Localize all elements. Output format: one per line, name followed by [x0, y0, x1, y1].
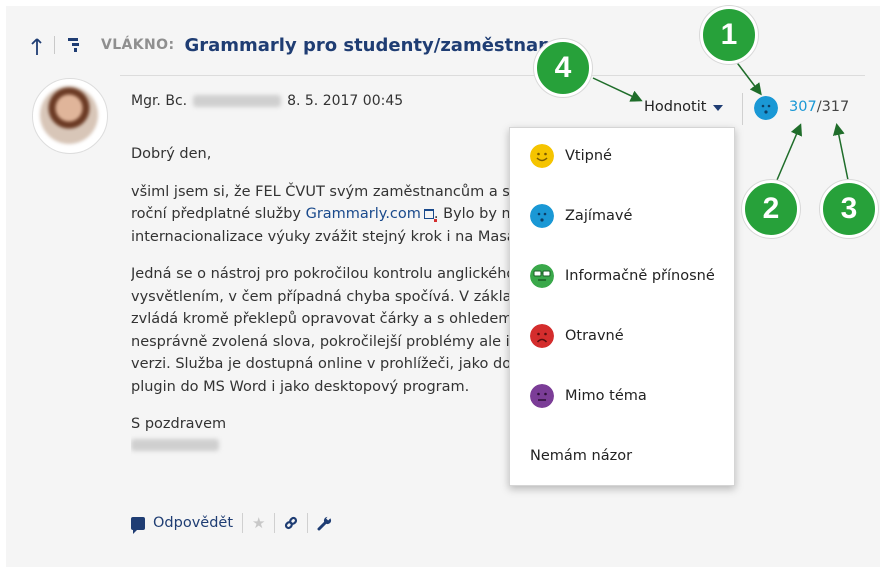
author-name-blurred[interactable] — [193, 95, 282, 107]
text-line: Jedná se o nástroj pro pokročilou kontro… — [131, 266, 509, 282]
paragraph: Jedná se o nástroj pro pokročilou kontro… — [131, 263, 509, 398]
sad-icon — [530, 324, 554, 348]
neutral-icon — [530, 384, 554, 408]
menu-item-interesting[interactable]: Zajímavé — [530, 201, 632, 231]
wrench-icon[interactable] — [317, 515, 332, 531]
paragraph: všiml jsem si, že FEL ČVUT svým zaměstna… — [131, 181, 509, 249]
link-icon[interactable] — [284, 516, 298, 530]
divider — [307, 513, 309, 533]
star-icon[interactable]: ★ — [252, 514, 265, 532]
menu-item-label: Otravné — [565, 328, 624, 344]
rating-menu: Vtipné Zajímavé Informačně přínosné Otra… — [509, 127, 735, 486]
text-line: plugin do MS Word i jako desktopový prog… — [131, 378, 470, 395]
menu-item-label: Zajímavé — [565, 208, 633, 224]
menu-item-informative[interactable]: Informačně přínosné — [530, 261, 715, 291]
nerd-icon — [530, 264, 554, 288]
menu-item-off-topic[interactable]: Mimo téma — [530, 381, 647, 411]
thread-header: VLÁKNO: Grammarly pro studenty/zaměstnan… — [28, 32, 574, 58]
caret-down-icon — [713, 105, 724, 111]
divider — [742, 93, 743, 125]
divider — [274, 513, 276, 533]
avatar[interactable] — [40, 86, 98, 144]
callout-1: 1 — [700, 6, 758, 64]
post-actions: Odpovědět ★ — [131, 513, 332, 534]
callout-4: 4 — [534, 39, 592, 97]
callout-3: 3 — [820, 180, 878, 238]
rating-positive-count: 307 — [789, 99, 817, 115]
text-line: vysvětlením, v čem případná chyba spočív… — [131, 288, 509, 305]
menu-item-annoying[interactable]: Otravné — [530, 321, 624, 351]
smile-icon — [530, 144, 554, 168]
text-line: verzi. Služba je dostupná online v prohl… — [131, 356, 509, 372]
text-line: nesprávně zvolená slova, pokročilejší pr… — [131, 333, 509, 350]
post-body: Dobrý den, všiml jsem si, že FEL ČVUT sv… — [131, 143, 509, 473]
rating-total-count: /317 — [816, 99, 850, 115]
menu-item-funny[interactable]: Vtipné — [530, 141, 612, 171]
author-line: Mgr. Bc. 8. 5. 2017 00:45 — [131, 93, 403, 109]
rating-score[interactable]: 307/317 — [789, 99, 849, 115]
callout-2: 2 — [742, 180, 800, 238]
external-link-icon — [423, 209, 437, 222]
text-line: všiml jsem si, že FEL ČVUT svým zaměstna… — [131, 183, 509, 200]
divider — [54, 36, 55, 54]
greeting: Dobrý den, — [131, 146, 212, 162]
thread-tree-icon[interactable] — [67, 37, 81, 53]
curious-icon — [530, 204, 554, 228]
text-line: . Bylo by možné v rámci — [433, 206, 509, 222]
reply-icon[interactable] — [131, 516, 145, 534]
text-line: internacionalizace výuky zvážit stejný k… — [131, 228, 509, 245]
post-date: 8. 5. 2017 00:45 — [287, 93, 404, 109]
grammarly-link[interactable]: Grammarly.com — [306, 206, 421, 222]
curious-face-icon — [754, 96, 778, 120]
text-line: zvládá kromě překlepů opravovat čárky a … — [131, 311, 509, 327]
text-line: roční předplatné služby — [131, 206, 306, 222]
header-divider — [120, 75, 865, 76]
menu-item-no-opinion[interactable]: Nemám názor — [530, 441, 632, 471]
divider — [242, 513, 244, 533]
rate-button-label: Hodnotit — [644, 99, 707, 115]
rate-dropdown-button[interactable]: Hodnotit — [644, 99, 724, 115]
menu-item-label: Mimo téma — [565, 388, 647, 404]
menu-item-label: Informačně přínosné — [565, 268, 715, 284]
menu-item-label: Vtipné — [565, 148, 612, 164]
thread-label: VLÁKNO: — [101, 37, 175, 53]
menu-item-label: Nemám názor — [530, 448, 633, 464]
signature-blurred — [131, 438, 219, 451]
closing: S pozdravem — [131, 413, 509, 458]
reply-button[interactable]: Odpovědět — [153, 515, 233, 531]
back-to-parent-icon[interactable] — [28, 34, 42, 56]
thread-title[interactable]: Grammarly pro studenty/zaměstnance — [184, 35, 573, 56]
author-title: Mgr. Bc. — [131, 93, 188, 109]
closing-text: S pozdravem — [131, 416, 227, 432]
